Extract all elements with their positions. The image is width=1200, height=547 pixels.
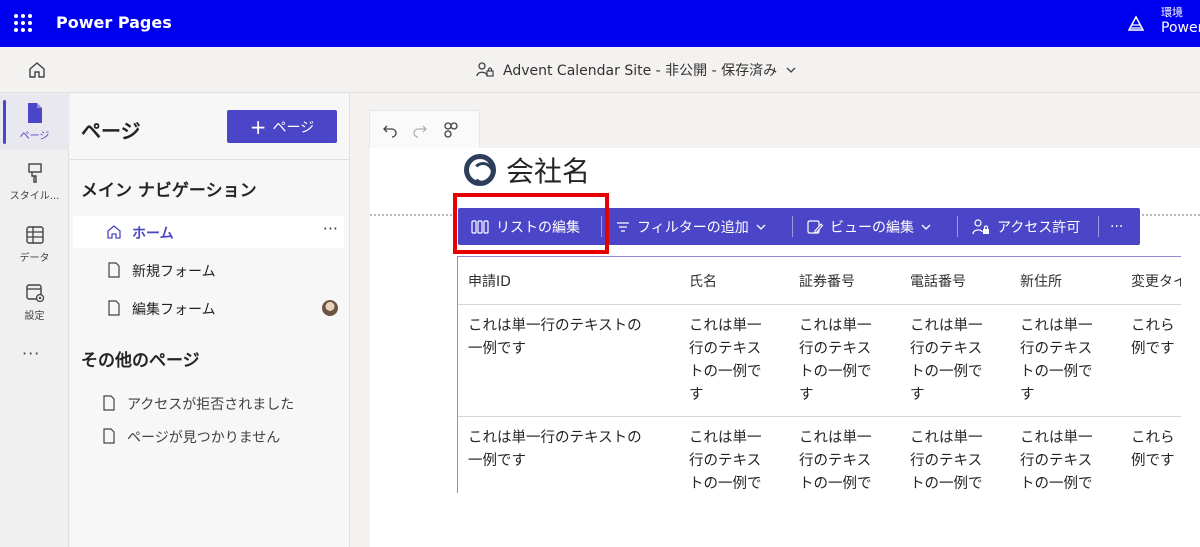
nav-item-label: ホーム	[132, 226, 174, 242]
paint-brush-icon	[27, 163, 42, 183]
filter-icon	[617, 221, 629, 232]
page-icon	[108, 262, 120, 278]
site-users-icon	[476, 62, 494, 77]
command-bar: Advent Calendar Site - 非公開 - 保存済み	[0, 47, 1200, 93]
site-status-dropdown[interactable]: Advent Calendar Site - 非公開 - 保存済み	[475, 60, 797, 80]
canvas-toolbar	[369, 110, 480, 148]
column-header[interactable]: 変更タイ	[1131, 271, 1181, 294]
table-cell: これは単一行のテキストの 一例です	[468, 318, 642, 357]
rail-label: データ	[19, 253, 50, 264]
add-page-button[interactable]: + ページ	[227, 110, 337, 143]
table-cell: これは単一 行のテキス トの一例で す	[1020, 318, 1093, 403]
table-icon	[25, 226, 44, 244]
table-cell: これは単一 行のテキス トの一例で す	[1020, 430, 1093, 492]
chevron-down-icon	[921, 224, 931, 230]
divider	[957, 216, 958, 237]
edit-view-label: ビューの編集	[830, 219, 914, 236]
main-navigation-heading: メイン ナビゲーション	[81, 181, 257, 201]
more-icon[interactable]: ···	[22, 344, 40, 363]
table-cell: これは単一 行のテキス トの一例で す	[799, 430, 872, 492]
table-cell: これは単一行のテキストの 一例です	[468, 430, 642, 469]
column-header[interactable]: 証券番号	[799, 271, 855, 294]
more-options-icon[interactable]: ···	[323, 219, 338, 238]
table-cell: これは単一 行のテキス トの一例で す	[910, 430, 983, 492]
nav-item-home[interactable]: ホーム ···	[73, 216, 344, 248]
design-canvas: 会社名 リストの編集 フィルターの追加 ビューの編集 アクセス許可 ··· 申請…	[351, 94, 1200, 547]
table-cell: これら 例です	[1131, 430, 1175, 469]
add-page-label: ページ	[272, 119, 315, 136]
page-icon	[27, 103, 42, 123]
column-header[interactable]: 電話番号	[910, 271, 966, 294]
divider	[70, 159, 350, 160]
more-icon: ···	[1110, 218, 1124, 235]
nav-item-label: 新規フォーム	[132, 264, 216, 280]
edit-view-button[interactable]: ビューの編集	[806, 208, 932, 245]
environment-icon[interactable]	[1126, 14, 1146, 34]
column-header[interactable]: 氏名	[689, 271, 717, 294]
page-icon	[108, 300, 120, 316]
highlight-annotation	[453, 193, 609, 254]
page-icon	[103, 428, 115, 444]
data-table: 申請ID 氏名 証券番号 電話番号 新住所 変更タイ これは単一行のテキストの …	[457, 256, 1181, 493]
table-header-row: 申請ID 氏名 証券番号 電話番号 新住所 変更タイ	[458, 257, 1181, 305]
other-item-label: アクセスが拒否されました	[127, 397, 295, 413]
divider	[792, 216, 793, 237]
table-row[interactable]: これは単一行のテキストの 一例ですこれは単一 行のテキス トの一例で すこれは単…	[458, 305, 1181, 417]
nav-item-edit-form[interactable]: 編集フォーム	[73, 292, 344, 324]
nav-item-new-form[interactable]: 新規フォーム	[73, 254, 344, 286]
page-icon	[103, 395, 115, 411]
table-cell: これら 例です	[1131, 318, 1175, 357]
table-cell: これは単一 行のテキス トの一例で す	[689, 318, 762, 403]
site-status-label: Advent Calendar Site - 非公開 - 保存済み	[503, 63, 778, 79]
company-name: 会社名	[506, 155, 591, 188]
rail-item-pages[interactable]: ページ	[0, 94, 69, 150]
other-item-page-not-found[interactable]: ページが見つかりません	[73, 422, 344, 450]
pages-panel: ページ + ページ メイン ナビゲーション ホーム ··· 新規フォーム 編集フ…	[70, 94, 350, 547]
divider	[1098, 216, 1099, 237]
table-cell: これは単一 行のテキス トの一例で す	[799, 318, 872, 403]
avatar	[322, 300, 338, 316]
component-icon[interactable]	[442, 121, 460, 139]
undo-icon[interactable]	[382, 122, 398, 138]
permissions-button[interactable]: アクセス許可	[971, 208, 1080, 245]
column-header[interactable]: 申請ID	[468, 271, 511, 294]
add-filter-label: フィルターの追加	[637, 219, 749, 236]
rail-item-settings[interactable]: 設定	[0, 274, 69, 330]
environment-name[interactable]: Power	[1161, 20, 1200, 36]
other-item-label: ページが見つかりません	[127, 430, 281, 446]
user-lock-icon	[972, 218, 989, 234]
home-icon[interactable]	[27, 60, 47, 80]
column-header[interactable]: 新住所	[1020, 271, 1062, 294]
rail-label: ページ	[19, 131, 50, 142]
plus-icon: +	[249, 114, 267, 139]
home-icon	[107, 225, 121, 239]
nav-item-label: 編集フォーム	[132, 302, 216, 318]
other-item-access-denied[interactable]: アクセスが拒否されました	[73, 389, 344, 417]
table-row[interactable]: これは単一行のテキストの 一例ですこれは単一 行のテキス トの一例で すこれは単…	[458, 417, 1181, 493]
rail-item-data[interactable]: データ	[0, 216, 69, 272]
chevron-down-icon	[786, 67, 796, 73]
other-pages-heading: その他のページ	[81, 351, 200, 371]
rail-item-styling[interactable]: スタイル...	[0, 154, 69, 210]
settings-icon	[25, 284, 44, 303]
panel-title: ページ	[81, 119, 141, 143]
table-cell: これは単一 行のテキス トの一例で す	[689, 430, 762, 492]
app-launcher-icon[interactable]	[14, 14, 32, 32]
app-title[interactable]: Power Pages	[56, 13, 172, 32]
redo-icon[interactable]	[412, 122, 428, 138]
rail-label: スタイル...	[9, 191, 60, 202]
table-cell: これは単一 行のテキス トの一例で す	[910, 318, 983, 403]
environment-label: 環境	[1161, 6, 1183, 19]
left-rail: ページ スタイル... データ 設定 ···	[0, 94, 69, 547]
top-bar: Power Pages 環境 Power	[0, 0, 1200, 47]
add-filter-button[interactable]: フィルターの追加	[615, 208, 767, 245]
rail-label: 設定	[24, 311, 45, 322]
edit-view-icon	[807, 219, 824, 234]
chevron-down-icon	[756, 224, 766, 230]
more-options-button[interactable]: ···	[1110, 208, 1123, 245]
company-logo	[464, 154, 496, 186]
permissions-label: アクセス許可	[997, 219, 1081, 236]
